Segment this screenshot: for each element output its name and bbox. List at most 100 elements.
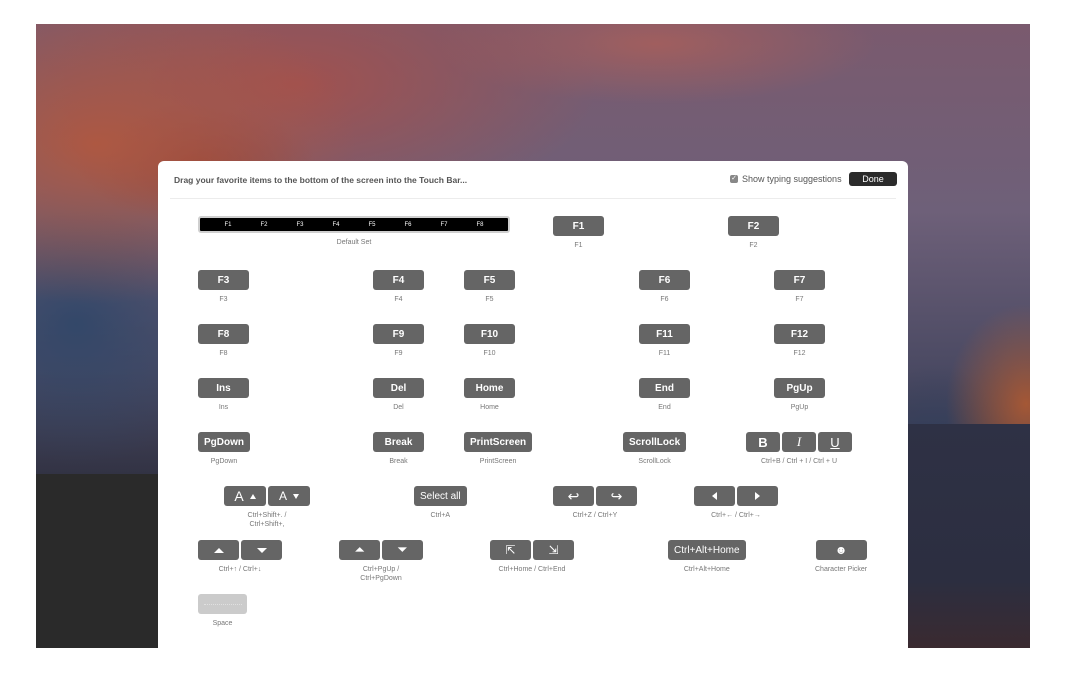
item-del[interactable]: Del Del — [373, 378, 424, 412]
undo-icon[interactable]: ↩ — [553, 486, 594, 506]
item-label: F7 — [795, 296, 804, 303]
key-f1[interactable]: F1 — [553, 216, 604, 236]
item-label: F3 — [219, 296, 228, 303]
item-f3[interactable]: F3 F3 — [198, 270, 249, 304]
item-home-end[interactable]: ⇱ ⇲ Ctrl+Home / Ctrl+End — [490, 540, 574, 574]
item-break[interactable]: Break Break — [373, 432, 424, 466]
key-group — [198, 540, 282, 560]
key-ctrl-alt-home[interactable]: Ctrl+Alt+Home — [668, 540, 746, 560]
key-word-right[interactable] — [737, 486, 778, 506]
item-ins[interactable]: Ins Ins — [198, 378, 249, 412]
key-f9[interactable]: F9 — [373, 324, 424, 344]
key-pgup[interactable]: PgUp — [774, 378, 825, 398]
wallpaper-shade — [36, 474, 158, 648]
item-f9[interactable]: F9 F9 — [373, 324, 424, 358]
item-f12[interactable]: F12 F12 — [774, 324, 825, 358]
arrow-bottom-right-icon[interactable]: ⇲ — [533, 540, 574, 560]
item-space[interactable]: Space — [198, 594, 247, 628]
key-increase-font[interactable]: A — [224, 486, 266, 506]
key-f4[interactable]: F4 — [373, 270, 424, 290]
item-label: F4 — [394, 296, 403, 303]
touch-bar-customization-sheet: Drag your favorite items to the bottom o… — [158, 161, 908, 648]
item-undo-redo[interactable]: ↩ ↪ Ctrl+Z / Ctrl+Y — [553, 486, 637, 520]
item-word-left-right[interactable]: Ctrl+← / Ctrl+→ — [694, 486, 778, 520]
arrow-top-left-icon[interactable]: ⇱ — [490, 540, 531, 560]
touchbar-key: F2 — [260, 221, 268, 228]
done-button[interactable]: Done — [849, 172, 897, 186]
key-paragraph-down[interactable] — [241, 540, 282, 560]
item-f6[interactable]: F6 F6 — [639, 270, 690, 304]
item-f11[interactable]: F11 F11 — [639, 324, 690, 358]
key-f12[interactable]: F12 — [774, 324, 825, 344]
key-space[interactable] — [198, 594, 247, 614]
item-label: Ctrl+A — [430, 512, 451, 519]
item-select-all[interactable]: Select all Ctrl+A — [414, 486, 467, 520]
item-label: F2 — [749, 242, 758, 249]
item-label: Default Set — [336, 239, 372, 246]
key-del[interactable]: Del — [373, 378, 424, 398]
item-label: Ctrl+← / Ctrl+→ — [711, 512, 761, 519]
item-pgup-pgdown[interactable]: ⏶ ⏷ Ctrl+PgUp / Ctrl+PgDown — [339, 540, 423, 583]
item-font-size[interactable]: A A Ctrl+Shift+. / Ctrl+Shift+, — [224, 486, 310, 529]
triangle-up-icon — [249, 493, 256, 499]
item-end[interactable]: End End — [639, 378, 690, 412]
item-character-picker[interactable]: ☻ Character Picker — [815, 540, 867, 574]
key-f8[interactable]: F8 — [198, 324, 249, 344]
item-f7[interactable]: F7 F7 — [774, 270, 825, 304]
key-italic[interactable]: I — [782, 432, 816, 452]
key-f5[interactable]: F5 — [464, 270, 515, 290]
label-line: Ctrl+PgUp / — [362, 566, 400, 573]
checkbox-checked-icon[interactable]: ✓ — [730, 175, 738, 183]
item-label: F12 — [793, 350, 806, 357]
item-label: Ctrl+Shift+. / Ctrl+Shift+, — [248, 511, 287, 529]
item-f1[interactable]: F1 F1 — [553, 216, 604, 250]
item-label: F6 — [660, 296, 669, 303]
item-pgdown[interactable]: PgDown PgDown — [198, 432, 250, 466]
item-pgup[interactable]: PgUp PgUp — [774, 378, 825, 412]
item-bold-italic-underline[interactable]: B I U Ctrl+B / Ctrl + I / Ctrl + U — [746, 432, 852, 466]
item-label: F9 — [394, 350, 403, 357]
item-label: F11 — [658, 350, 671, 357]
key-printscreen[interactable]: PrintScreen — [464, 432, 533, 452]
item-label: Character Picker — [815, 566, 868, 573]
double-down-icon[interactable]: ⏷ — [382, 540, 423, 560]
wallpaper-shade — [908, 424, 1030, 648]
key-break[interactable]: Break — [373, 432, 424, 452]
key-end[interactable]: End — [639, 378, 690, 398]
item-f5[interactable]: F5 F5 — [464, 270, 515, 304]
key-decrease-font[interactable]: A — [268, 486, 310, 506]
key-f6[interactable]: F6 — [639, 270, 690, 290]
key-f3[interactable]: F3 — [198, 270, 249, 290]
key-ins[interactable]: Ins — [198, 378, 249, 398]
key-pgdown[interactable]: PgDown — [198, 432, 250, 452]
item-ctrl-alt-home[interactable]: Ctrl+Alt+Home Ctrl+Alt+Home — [668, 540, 746, 574]
item-home[interactable]: Home Home — [464, 378, 515, 412]
item-label: Ctrl+Alt+Home — [683, 566, 730, 573]
default-set-item[interactable]: F1 F2 F3 F4 F5 F6 F7 F8 Default Set — [198, 216, 510, 247]
item-f2[interactable]: F2 F2 — [728, 216, 779, 250]
key-underline[interactable]: U — [818, 432, 852, 452]
item-f8[interactable]: F8 F8 — [198, 324, 249, 358]
key-word-left[interactable] — [694, 486, 735, 506]
key-home[interactable]: Home — [464, 378, 515, 398]
item-f4[interactable]: F4 F4 — [373, 270, 424, 304]
key-select-all[interactable]: Select all — [414, 486, 467, 506]
key-f7[interactable]: F7 — [774, 270, 825, 290]
item-up-down[interactable]: Ctrl+↑ / Ctrl+↓ — [198, 540, 282, 574]
key-bold[interactable]: B — [746, 432, 780, 452]
default-set-touchbar[interactable]: F1 F2 F3 F4 F5 F6 F7 F8 — [198, 216, 510, 233]
letter-a: A — [278, 489, 287, 503]
item-f10[interactable]: F10 F10 — [464, 324, 515, 358]
key-f11[interactable]: F11 — [639, 324, 690, 344]
item-scrolllock[interactable]: ScrollLock ScrollLock — [623, 432, 687, 466]
item-printscreen[interactable]: PrintScreen PrintScreen — [464, 432, 533, 466]
emoji-smiley-icon[interactable]: ☻ — [815, 540, 867, 560]
redo-icon[interactable]: ↪ — [596, 486, 637, 506]
show-typing-suggestions-toggle[interactable]: ✓ Show typing suggestions — [730, 174, 842, 184]
label-line: Ctrl+Shift+. / — [247, 512, 287, 519]
key-f10[interactable]: F10 — [464, 324, 515, 344]
key-f2[interactable]: F2 — [728, 216, 779, 236]
key-paragraph-up[interactable] — [198, 540, 239, 560]
double-up-icon[interactable]: ⏶ — [339, 540, 380, 560]
key-scrolllock[interactable]: ScrollLock — [623, 432, 687, 452]
